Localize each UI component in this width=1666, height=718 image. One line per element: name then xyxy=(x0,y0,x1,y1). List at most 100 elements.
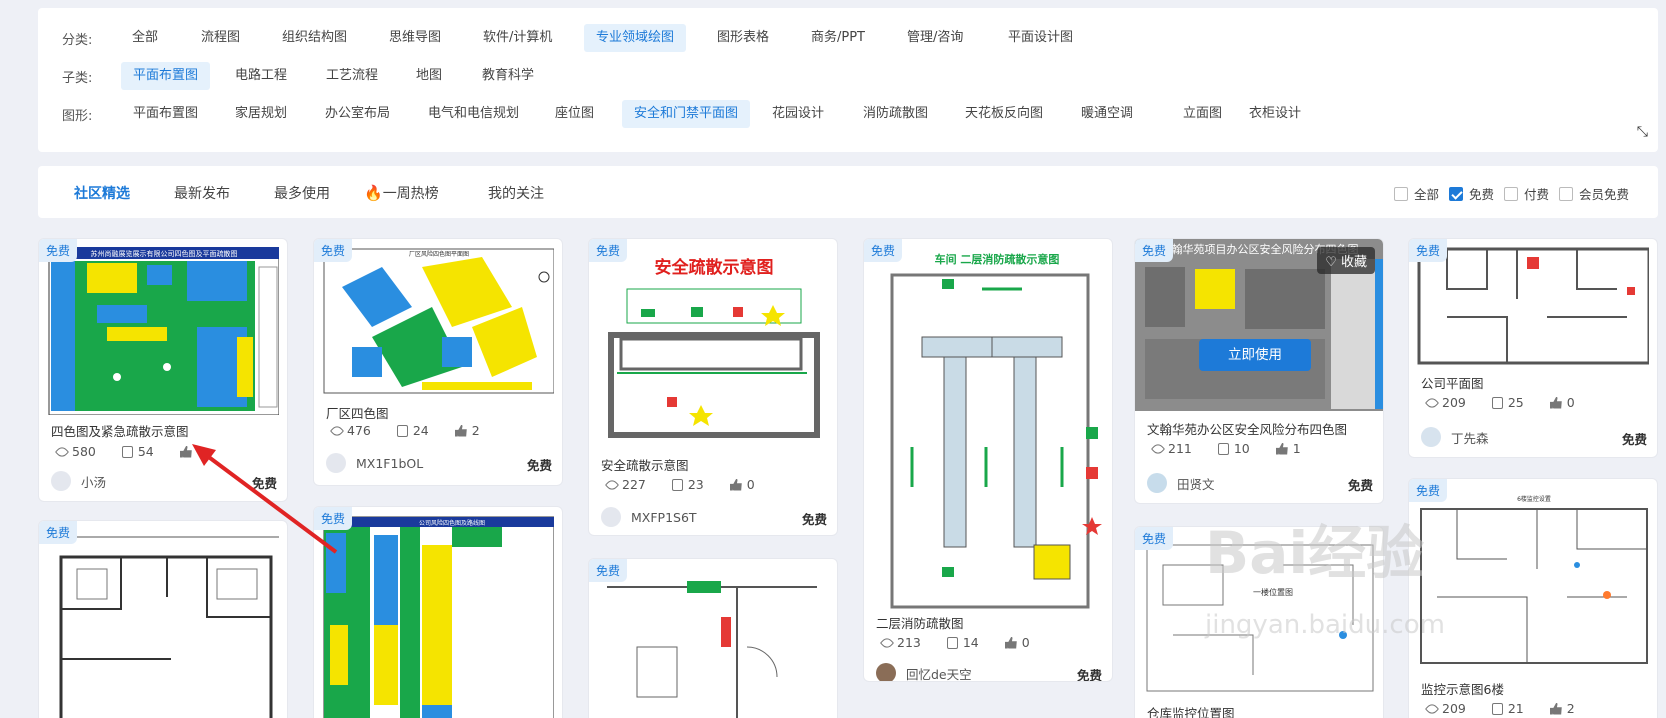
template-card[interactable]: 免费 公司平面图 209 25 0 丁先森 免费 xyxy=(1408,238,1658,458)
template-card[interactable]: 免费 6楼监控设置 监控示意图6楼 209 21 2 xyxy=(1408,478,1658,718)
shape-electrical[interactable]: 电气和电信规划 xyxy=(416,100,531,128)
subcategory-circuit[interactable]: 电路工程 xyxy=(223,62,299,90)
author-name: 回忆de天空 xyxy=(906,666,972,682)
shape-wardrobe[interactable]: 衣柜设计 xyxy=(1237,100,1313,128)
subcategory-floor-plan[interactable]: 平面布置图 xyxy=(121,62,211,90)
avatar xyxy=(1421,427,1441,447)
likes-count: 2 xyxy=(1566,701,1575,716)
card-stats: 209 25 0 xyxy=(1424,395,1575,410)
tab-featured[interactable]: 社区精选 xyxy=(74,183,130,203)
tab-latest[interactable]: 最新发布 xyxy=(174,183,230,203)
expand-icon[interactable]: ⤡ xyxy=(1637,124,1648,140)
subcategory-map[interactable]: 地图 xyxy=(404,62,454,90)
category-graphic-design[interactable]: 平面设计图 xyxy=(996,24,1085,52)
card-title[interactable]: 监控示意图6楼 xyxy=(1421,679,1504,698)
thumbs-up-icon xyxy=(454,424,467,437)
card-author[interactable]: 丁先森 xyxy=(1421,427,1489,447)
shape-seating[interactable]: 座位图 xyxy=(543,100,606,128)
category-software[interactable]: 软件/计算机 xyxy=(471,24,564,52)
category-all[interactable]: 全部 xyxy=(120,24,170,52)
template-thumbnail[interactable]: 6楼监控设置 xyxy=(1417,487,1649,667)
card-author[interactable]: MXFP1S6T xyxy=(601,507,697,527)
likes-stat[interactable]: 0 xyxy=(1549,395,1575,410)
tab-following[interactable]: 我的关注 xyxy=(488,183,544,203)
tab-weekly-hot-label: 一周热榜 xyxy=(382,186,439,202)
card-title[interactable]: 厂区四色图 xyxy=(326,403,389,422)
likes-stat[interactable]: 2 xyxy=(1549,701,1575,716)
tab-most-used[interactable]: 最多使用 xyxy=(274,183,330,203)
likes-stat[interactable] xyxy=(179,444,192,459)
shape-office-layout[interactable]: 办公室布局 xyxy=(313,100,402,128)
card-stats: 213 14 0 xyxy=(879,635,1030,650)
card-title[interactable]: 仓库监控位置图 xyxy=(1147,703,1235,718)
shape-fire-evacuation[interactable]: 消防疏散图 xyxy=(851,100,940,128)
template-card[interactable]: 免费 车间 二层消防疏散示意图 二层消防疏散图 213 14 0 回忆de天空 … xyxy=(863,238,1113,682)
card-author[interactable]: 回忆de天空 xyxy=(876,663,972,682)
card-title[interactable]: 四色图及紧急疏散示意图 xyxy=(51,421,189,440)
thumbs-up-icon xyxy=(179,445,192,458)
template-thumbnail[interactable] xyxy=(1417,247,1649,365)
template-card[interactable]: 免费 公司风险四色图及路线图 xyxy=(313,506,563,718)
subcategory-label: 子类: xyxy=(62,70,93,86)
category-management[interactable]: 管理/咨询 xyxy=(895,24,975,52)
free-badge: 免费 xyxy=(1409,479,1448,502)
copies-stat: 23 xyxy=(671,477,704,492)
template-thumbnail[interactable]: 安全疏散示意图 xyxy=(597,247,829,447)
template-thumbnail[interactable] xyxy=(597,567,829,718)
template-card[interactable]: 免费 苏州尚融展览展示有限公司四色图及平面疏散图 四色图及紧急疏散示意图 580… xyxy=(38,238,288,502)
template-card[interactable]: 免费 xyxy=(38,520,288,718)
free-badge: 免费 xyxy=(39,239,78,262)
tab-weekly-hot[interactable]: 🔥一周热榜 xyxy=(364,183,439,203)
filter-free-checkbox[interactable]: 免费 xyxy=(1449,184,1494,203)
category-professional[interactable]: 专业领域绘图 xyxy=(584,24,687,52)
template-card[interactable]: 免费 安全疏散示意图 安全疏散示意图 227 23 0 MXFP1S6T 免费 xyxy=(588,238,838,536)
card-title[interactable]: 安全疏散示意图 xyxy=(601,455,689,474)
shape-garden[interactable]: 花园设计 xyxy=(760,100,836,128)
template-thumbnail[interactable]: 车间 二层消防疏散示意图 xyxy=(872,247,1104,627)
views-stat: 209 xyxy=(1424,395,1466,410)
likes-stat[interactable]: 0 xyxy=(1004,635,1030,650)
tabs-bar: 社区精选 最新发布 最多使用 🔥一周热榜 我的关注 全部 免费 付费 会员免费 xyxy=(38,166,1658,218)
shape-hvac[interactable]: 暖通空调 xyxy=(1069,100,1145,128)
copies-count: 10 xyxy=(1233,441,1250,456)
template-thumbnail[interactable]: 苏州尚融展览展示有限公司四色图及平面疏散图 xyxy=(47,247,279,415)
template-card[interactable]: 免费 厂区风险四色图平面图 厂区四色图 476 24 2 MX1F1bOL 免费 xyxy=(313,238,563,486)
card-author[interactable]: 小汤 xyxy=(51,471,106,491)
likes-stat[interactable]: 0 xyxy=(729,477,755,492)
filter-all-checkbox[interactable]: 全部 xyxy=(1394,184,1439,203)
views-count: 209 xyxy=(1442,395,1466,410)
shape-ceiling[interactable]: 天花板反向图 xyxy=(953,100,1055,128)
template-thumbnail[interactable] xyxy=(47,529,279,718)
card-author[interactable]: 田贤文 xyxy=(1147,473,1215,493)
likes-stat[interactable]: 1 xyxy=(1275,441,1301,456)
subcategory-process[interactable]: 工艺流程 xyxy=(314,62,390,90)
card-title[interactable]: 文翰华苑办公区安全风险分布四色图 xyxy=(1147,419,1347,438)
shape-security[interactable]: 安全和门禁平面图 xyxy=(622,100,751,128)
category-business-ppt[interactable]: 商务/PPT xyxy=(799,24,877,52)
shape-home-plan[interactable]: 家居规划 xyxy=(223,100,299,128)
card-title[interactable]: 公司平面图 xyxy=(1421,373,1484,392)
filter-member-free-checkbox[interactable]: 会员免费 xyxy=(1559,184,1629,203)
shape-elevation[interactable]: 立面图 xyxy=(1171,100,1234,128)
card-author[interactable]: MX1F1bOL xyxy=(326,453,423,473)
category-org-chart[interactable]: 组织结构图 xyxy=(270,24,359,52)
shape-label: 图形: xyxy=(62,108,93,124)
template-card[interactable]: 免费 xyxy=(588,558,838,718)
shape-floor-plan[interactable]: 平面布置图 xyxy=(121,100,210,128)
category-graphics-table[interactable]: 图形表格 xyxy=(705,24,781,52)
template-thumbnail[interactable]: 厂区风险四色图平面图 xyxy=(322,247,554,395)
use-now-button[interactable]: 立即使用 xyxy=(1199,339,1311,371)
card-title[interactable]: 二层消防疏散图 xyxy=(876,613,964,632)
thumbs-up-icon xyxy=(1275,442,1288,455)
filter-paid-checkbox[interactable]: 付费 xyxy=(1504,184,1549,203)
favorite-button[interactable]: ♡ 收藏 xyxy=(1317,247,1375,274)
template-thumbnail[interactable]: 公司风险四色图及路线图 xyxy=(322,515,554,718)
free-badge: 免费 xyxy=(314,507,353,530)
subcategory-education[interactable]: 教育科学 xyxy=(470,62,546,90)
likes-stat[interactable]: 2 xyxy=(454,423,480,438)
views-count: 476 xyxy=(347,423,371,438)
template-card[interactable]: 免费 ♡ 收藏 立即使用 翰华苑项目办公区安全风险分布四色图 文翰华苑办公区安全… xyxy=(1134,238,1384,504)
category-mind-map[interactable]: 思维导图 xyxy=(377,24,453,52)
copies-count: 21 xyxy=(1507,701,1524,716)
category-flowchart[interactable]: 流程图 xyxy=(189,24,252,52)
